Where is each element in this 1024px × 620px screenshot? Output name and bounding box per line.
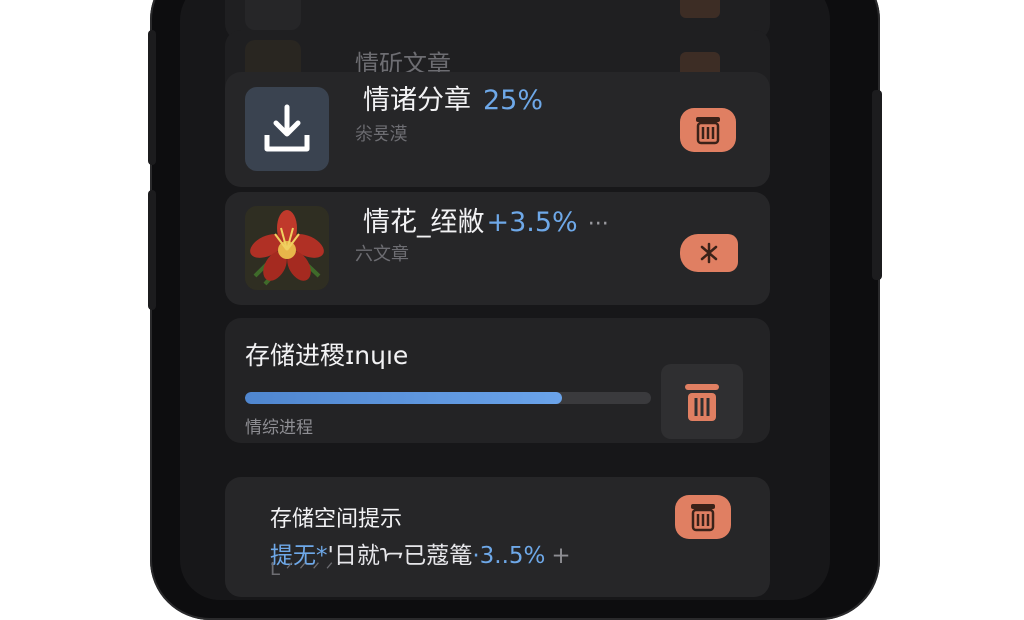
- tip-text: '日就ᢇ已蔻篭: [327, 543, 473, 569]
- list-item[interactable]: 情花_绖敝+3.5% ··· 六文章: [225, 192, 770, 305]
- volume-button-lower: [148, 190, 156, 310]
- trash-icon: [680, 0, 720, 18]
- progress-percent: +3.5%: [486, 207, 578, 238]
- delete-button[interactable]: [680, 108, 736, 152]
- storage-subtitle: 情综进程: [245, 418, 313, 438]
- power-button: [872, 90, 882, 280]
- tip-percent: ·3..5%: [472, 543, 546, 569]
- flower-icon: [245, 206, 329, 290]
- trash-icon: [696, 117, 720, 145]
- delete-button[interactable]: [661, 364, 743, 439]
- delete-button[interactable]: [675, 495, 731, 539]
- trash-icon: [691, 504, 715, 532]
- volume-button: [148, 30, 156, 165]
- item-title: 情诸分章: [363, 85, 471, 116]
- trash-icon: [685, 383, 719, 421]
- tag-icon: [700, 242, 718, 264]
- tag-button[interactable]: [680, 234, 738, 272]
- storage-progress-card: 存储进稷ɪnɥıe 情综进程: [225, 318, 770, 443]
- storage-tip-card[interactable]: 存储空间提示 提无*'日就ᢇ已蔻篭·3..5% + ᒪ ᐟ ᐟ ᐟ ᐟ: [225, 477, 770, 597]
- item-title: 情花_绖敝: [363, 207, 485, 238]
- progress-percent: 25%: [483, 85, 544, 116]
- phone-screen: 情斫文章 情诸分章 25% 尜룟漠 情花_绖敝+3.5% ··· 六文章 存储进…: [180, 0, 830, 600]
- progress-fill: [245, 392, 562, 404]
- item-subtitle: 尜룟漠: [355, 124, 408, 145]
- more-indicator: ···: [587, 212, 609, 237]
- item-subtitle: 六文章: [355, 244, 409, 265]
- list-item[interactable]: 情诸分章 25% 尜룟漠: [225, 72, 770, 187]
- thumbnail: [245, 0, 301, 30]
- tip-footer: ᒪ ᐟ ᐟ ᐟ ᐟ: [270, 559, 334, 580]
- storage-title: 存储进稷ɪnɥıe: [245, 341, 409, 370]
- progress-bar: [245, 392, 651, 404]
- tip-trail: +: [551, 543, 571, 569]
- download-icon: [245, 87, 329, 171]
